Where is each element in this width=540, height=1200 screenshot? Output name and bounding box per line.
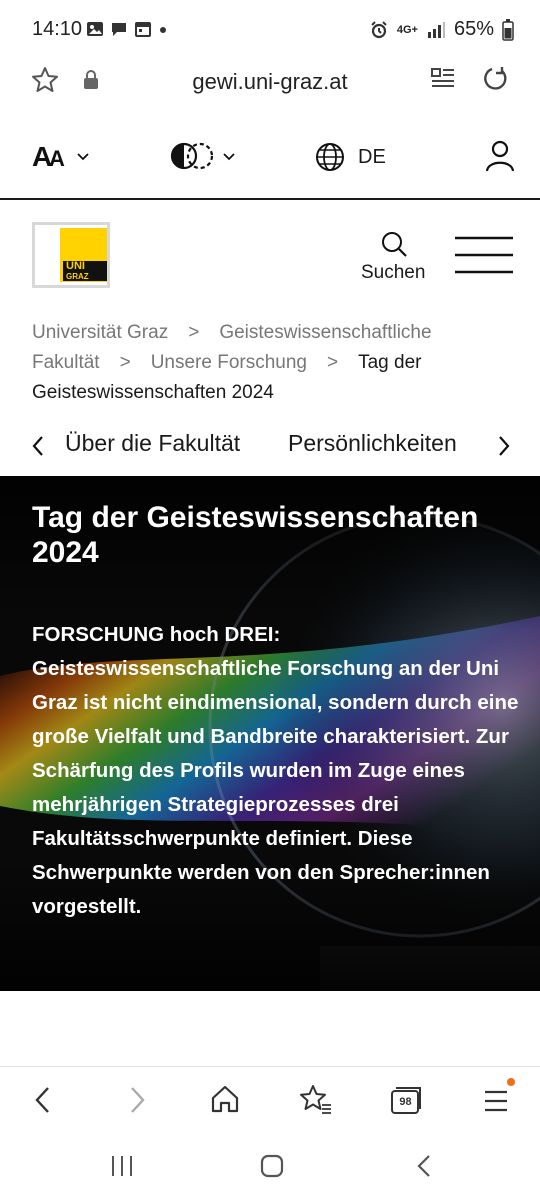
section-nav: Über die Fakultät Persönlichkeiten	[0, 420, 540, 476]
dot-icon	[160, 27, 166, 33]
breadcrumb-item[interactable]: Unsere Forschung	[151, 352, 307, 373]
breadcrumb-separator: >	[327, 352, 339, 373]
tabs-button[interactable]: 98	[390, 1085, 422, 1115]
user-icon[interactable]	[485, 139, 515, 173]
logo-text: UNI GRAZ	[63, 261, 107, 281]
status-bar: 14:10 4G+ 65%	[0, 0, 540, 58]
recent-apps-icon[interactable]	[110, 1154, 134, 1178]
globe-icon[interactable]	[315, 142, 345, 172]
signal-icon	[427, 21, 445, 38]
contrast-icon	[170, 142, 235, 170]
tab-count: 98	[399, 1096, 412, 1108]
network-type: 4G+	[396, 23, 418, 36]
address-bar: gewi.uni-graz.at	[0, 58, 540, 113]
battery-icon	[502, 18, 514, 41]
search-button-label[interactable]: Suchen	[361, 262, 425, 284]
url-text[interactable]: gewi.uni-graz.at	[0, 69, 540, 95]
font-size-toggle[interactable]: AA	[32, 140, 96, 172]
home-button-icon[interactable]	[260, 1154, 284, 1178]
browser-toolbar: 98	[0, 1066, 540, 1133]
calendar-icon	[135, 22, 151, 37]
status-left-icons	[86, 20, 168, 38]
alarm-icon	[371, 20, 387, 38]
section-nav-item-about[interactable]: Über die Fakultät	[65, 430, 240, 457]
forward-icon[interactable]	[126, 1085, 148, 1115]
font-size-icon: AA	[32, 141, 89, 172]
system-navigation-bar	[0, 1132, 540, 1200]
reader-mode-icon[interactable]	[430, 66, 456, 92]
svg-text:A: A	[49, 146, 65, 171]
breadcrumb-separator: >	[119, 352, 131, 373]
hero-description: FORSCHUNG hoch DREI: Geisteswissenschaft…	[32, 623, 519, 918]
chevron-left-icon[interactable]	[30, 434, 46, 458]
system-back-icon[interactable]	[414, 1153, 434, 1179]
battery-percent: 65%	[453, 18, 494, 40]
home-icon[interactable]	[210, 1084, 240, 1114]
menu-icon[interactable]	[483, 1077, 519, 1115]
status-time: 14:10	[32, 18, 83, 40]
uni-graz-logo[interactable]: UNI GRAZ	[32, 222, 110, 288]
language-selector[interactable]: DE	[358, 146, 386, 169]
chat-icon	[112, 23, 126, 36]
breadcrumb-item[interactable]: Universität Graz	[32, 322, 168, 343]
back-icon[interactable]	[32, 1085, 54, 1115]
gallery-icon	[87, 22, 103, 36]
bookmarks-icon[interactable]	[298, 1083, 332, 1115]
status-right: 4G+ 65%	[369, 18, 514, 41]
contrast-toggle[interactable]	[170, 140, 240, 172]
search-icon[interactable]	[380, 230, 408, 258]
chevron-right-icon[interactable]	[496, 434, 512, 458]
utility-toolbar: AA DE	[0, 112, 540, 200]
hero-title: Tag der Geisteswissenschaften 2024	[32, 501, 479, 569]
breadcrumb-separator: >	[188, 322, 200, 343]
hero-banner: Tag der Geisteswissenschaften 2024 FORSC…	[0, 476, 540, 991]
breadcrumb: Universität Graz > Geisteswissenschaftlich…	[32, 318, 512, 408]
reload-icon[interactable]	[480, 64, 510, 94]
hamburger-menu-icon[interactable]	[455, 236, 513, 274]
section-nav-item-people[interactable]: Persönlichkeiten	[288, 430, 457, 457]
